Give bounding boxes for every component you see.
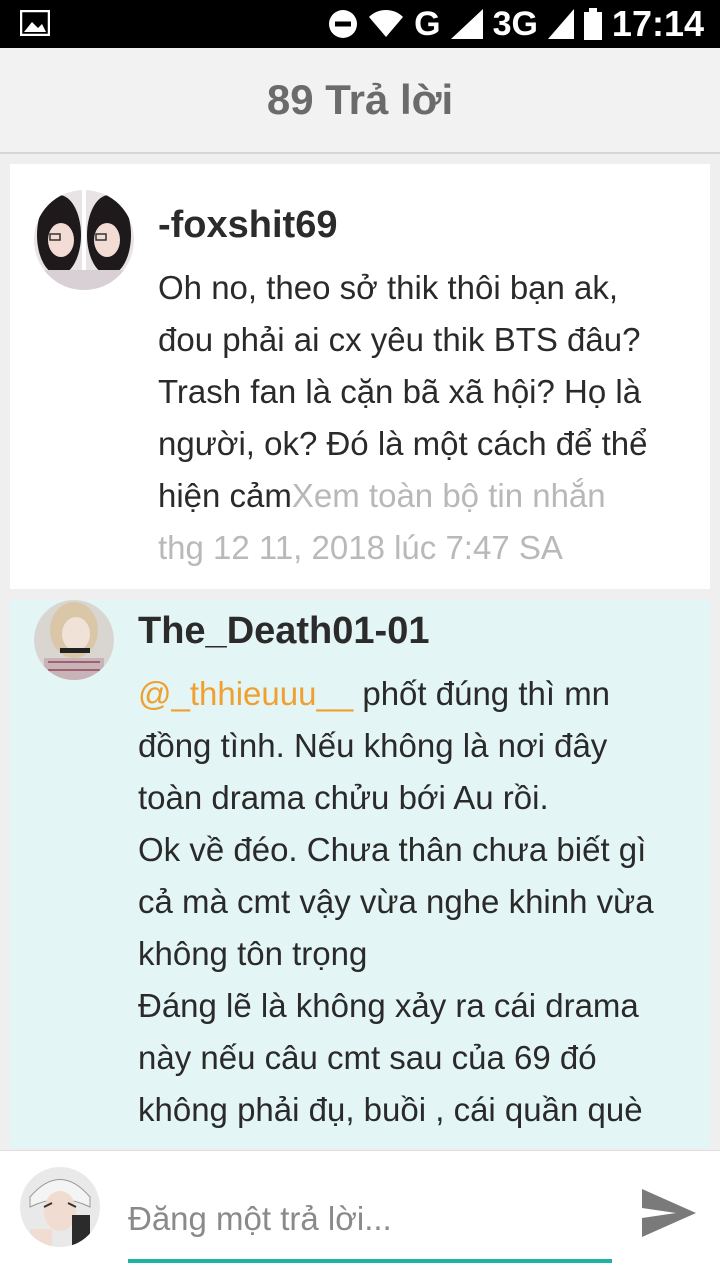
reply-composer: Đăng một trả lời... <box>0 1150 720 1281</box>
comment-line: Trash fan là cặn bã xã hội? Họ là <box>158 373 642 410</box>
comment-username[interactable]: The_Death01-01 <box>138 610 429 653</box>
user-mention-link[interactable]: @_thhieuuu__ <box>138 675 353 712</box>
comment-timestamp: thg 12 11, 2018 lúc 7:47 SA <box>158 529 563 566</box>
reply-input[interactable]: Đăng một trả lời... <box>128 1193 612 1263</box>
comment-line: không tôn trọng <box>138 935 368 972</box>
see-full-message-link[interactable]: Xem toàn bộ tin nhắn <box>292 477 606 514</box>
avatar[interactable] <box>34 600 114 680</box>
app-bar: 89 Trả lời <box>0 48 720 154</box>
page-title: 89 Trả lời <box>266 76 454 123</box>
comment-line: Đáng lẽ là không xảy ra cái drama <box>138 987 639 1024</box>
comment-line: đồng tình. Nếu không là nơi đây <box>138 727 608 764</box>
comment-line: phốt đúng thì mn <box>353 675 611 712</box>
comment-line: toàn drama chửu bới Au rồi. <box>138 779 549 816</box>
do-not-disturb-icon <box>329 10 358 38</box>
comment-line: hiện cảm <box>158 477 292 514</box>
avatar[interactable] <box>34 190 134 290</box>
comment-text: Oh no, theo sở thik thôi bạn ak, đou phả… <box>158 262 698 574</box>
current-user-avatar <box>20 1167 100 1247</box>
comment-line: này nếu câu cmt sau của 69 đó <box>138 1039 597 1076</box>
signal-icon-2 <box>547 9 574 39</box>
comment-line: đou phải ai cx yêu thik BTS đâu? <box>158 321 641 358</box>
comment-line: Ok về đéo. Chưa thân chưa biết gì <box>138 831 647 868</box>
comment-line: cả mà cmt vậy vừa nghe khinh vừa <box>138 883 654 920</box>
comment-line: người, ok? Đó là một cách để thể <box>158 425 648 462</box>
status-bar: G 3G 17:14 <box>0 0 720 48</box>
comment-username[interactable]: -foxshit69 <box>158 204 337 247</box>
send-icon[interactable] <box>640 1187 698 1239</box>
comment-text: @_thhieuuu__ phốt đúng thì mn đồng tình.… <box>138 668 708 1136</box>
network-type-2: 3G <box>492 4 538 43</box>
network-type: G <box>414 4 441 43</box>
comment-line: Oh no, theo sở thik thôi bạn ak, <box>158 269 619 306</box>
comment-card[interactable]: -foxshit69 Oh no, theo sở thik thôi bạn … <box>10 164 710 589</box>
comment-card-highlighted[interactable]: The_Death01-01 @_thhieuuu__ phốt đúng th… <box>10 600 710 1148</box>
comment-line: không phải đụ, buồi , cái quần què <box>138 1091 643 1128</box>
signal-icon <box>450 9 483 39</box>
battery-icon <box>583 8 602 40</box>
clock: 17:14 <box>611 3 704 44</box>
wifi-icon <box>369 9 404 37</box>
image-notification-icon <box>20 10 50 36</box>
